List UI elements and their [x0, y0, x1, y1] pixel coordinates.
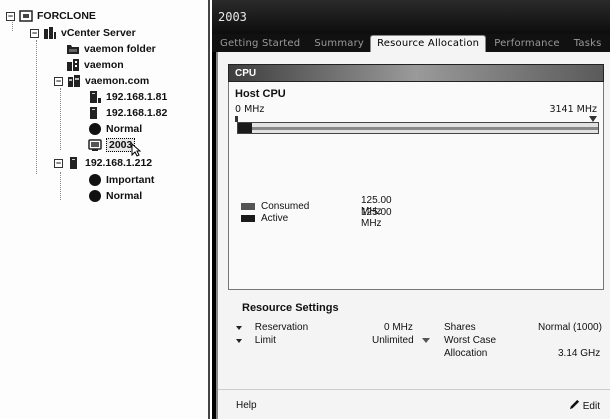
- tree-label: vCenter Server: [61, 27, 136, 39]
- reservation-row: Reservation: [236, 322, 308, 333]
- vcenter-server-icon: [43, 26, 57, 40]
- limit-label: Limit: [254, 335, 276, 346]
- reservation-value: 0 MHz: [384, 322, 413, 333]
- tree-node-host[interactable]: 192.168.1.82: [88, 105, 167, 121]
- tree-label: 192.168.1.81: [106, 91, 168, 103]
- tree-node-resource-pool[interactable]: Normal: [88, 121, 142, 137]
- tab-bar: Getting Started Summary Resource Allocat…: [212, 34, 610, 52]
- tree-label: 192.168.1.82: [106, 107, 168, 119]
- tree-label: Normal: [106, 190, 143, 202]
- tree-node-cluster[interactable]: − vaemon.com: [54, 73, 149, 89]
- cpu-max-label: 3141 MHz: [549, 104, 597, 115]
- cpu-panel: Host CPU 0 MHz 3141 MHz Consumed 125.00 …: [228, 82, 604, 290]
- worst-case-value: 3.14 GHz: [558, 348, 601, 359]
- limit-row: Limit: [236, 335, 276, 346]
- tree-label: FORCLONE: [37, 10, 96, 22]
- collapse-toggle[interactable]: −: [54, 76, 63, 86]
- edit-label: Edit: [582, 400, 600, 412]
- worst-case-label: Worst Case: [444, 335, 497, 346]
- folder-icon: [66, 42, 80, 56]
- tree-label: vaemon.com: [85, 75, 150, 87]
- datacenter-icon: [19, 9, 33, 23]
- legend-value: 125.00 MHz: [361, 207, 392, 229]
- limit-dropdown[interactable]: Unlimited: [372, 335, 431, 346]
- tree-connector: [60, 172, 61, 200]
- tree-node-root[interactable]: − FORCLONE: [6, 8, 96, 24]
- bullet-icon: [236, 339, 242, 343]
- tree-label: Important: [106, 174, 155, 186]
- collapse-toggle[interactable]: −: [30, 28, 39, 38]
- legend-consumed: Consumed 125.00 MHz: [241, 195, 392, 217]
- main-pane: 2003 Getting Started Summary Resource Al…: [212, 0, 610, 419]
- cpu-usage-bar: [237, 122, 599, 134]
- tab-resource-allocation[interactable]: Resource Allocation: [370, 35, 487, 52]
- datacenter-icon: [66, 58, 80, 72]
- tree-node-host[interactable]: − 192.168.1.212: [54, 155, 152, 171]
- pencil-icon: [569, 399, 583, 413]
- host-icon: [88, 106, 102, 120]
- tree-node-datacenter[interactable]: vaemon: [66, 57, 124, 73]
- page-title: 2003: [212, 0, 610, 34]
- resource-pool-icon: [88, 189, 102, 203]
- cpu-bar-track: [238, 127, 598, 130]
- resource-allocation-content: CPU Host CPU 0 MHz 3141 MHz Consumed 125…: [216, 52, 610, 419]
- shares-value: Normal (1000): [538, 322, 602, 333]
- tree-connector: [36, 40, 37, 174]
- allocation-label: Allocation: [444, 348, 488, 359]
- virtual-machine-icon: [88, 138, 102, 152]
- cpu-section-header[interactable]: CPU: [228, 64, 604, 82]
- tree-label: 192.168.1.212: [85, 157, 153, 169]
- help-link[interactable]: Help: [236, 400, 257, 411]
- resource-settings-title: Resource Settings: [242, 302, 339, 314]
- tree-node-vcenter[interactable]: − vCenter Server: [30, 25, 136, 41]
- tree-node-vm-selected[interactable]: 2003: [88, 137, 142, 157]
- tab-tasks[interactable]: Tasks: [566, 35, 608, 52]
- shares-label: Shares: [444, 322, 476, 333]
- tree-node-resource-pool[interactable]: Normal: [88, 188, 142, 204]
- limit-value: Unlimited: [372, 335, 414, 346]
- legend-label: Active: [261, 212, 289, 224]
- legend-label: Consumed: [261, 200, 310, 212]
- tree-node-host[interactable]: 192.168.1.81: [88, 89, 167, 105]
- footer: Help Edit: [218, 389, 610, 419]
- legend-active: Active 125.00 MHz: [241, 207, 392, 229]
- consumed-swatch: [241, 202, 255, 210]
- active-swatch: [241, 214, 255, 222]
- collapse-toggle[interactable]: −: [6, 11, 15, 21]
- inventory-tree: − FORCLONE − vCenter Server vaemon folde…: [0, 0, 210, 419]
- tree-label: Normal: [106, 123, 143, 135]
- tree-node-folder[interactable]: vaemon folder: [66, 41, 156, 57]
- cpu-bar-consumed: [238, 123, 252, 133]
- host-cpu-title: Host CPU: [235, 88, 286, 100]
- host-icon: [88, 90, 102, 104]
- tree-label: vaemon folder: [84, 43, 156, 55]
- cpu-min-label: 0 MHz: [235, 104, 265, 115]
- resource-pool-icon: [88, 173, 102, 187]
- tab-getting-started[interactable]: Getting Started: [212, 35, 306, 52]
- edit-button[interactable]: Edit: [569, 399, 600, 413]
- host-icon: [67, 156, 81, 170]
- resource-pool-icon: [88, 122, 102, 136]
- tab-summary[interactable]: Summary: [306, 35, 370, 52]
- reservation-label: Reservation: [254, 322, 309, 333]
- tree-connector: [60, 88, 61, 150]
- tree-label: vaemon: [84, 59, 124, 71]
- tab-performance[interactable]: Performance: [486, 35, 566, 52]
- cluster-icon: [67, 74, 81, 88]
- collapse-toggle[interactable]: −: [54, 158, 63, 168]
- tree-node-resource-pool[interactable]: Important: [88, 172, 154, 188]
- chevron-down-icon[interactable]: [422, 337, 431, 343]
- bullet-icon: [236, 326, 242, 330]
